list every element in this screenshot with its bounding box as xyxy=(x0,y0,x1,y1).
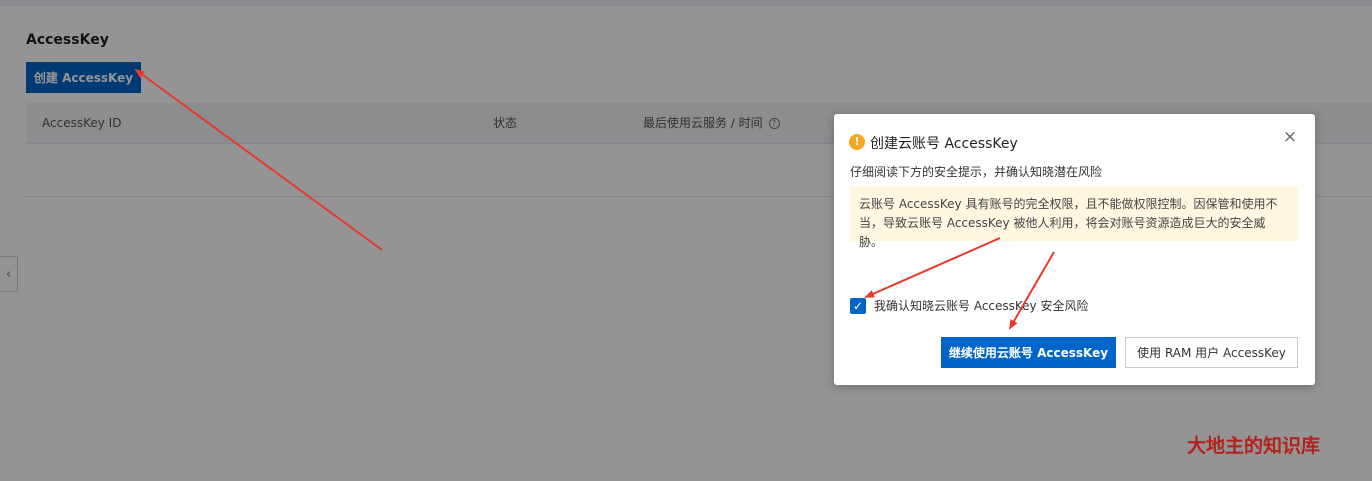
close-icon[interactable]: × xyxy=(1281,128,1299,146)
alert-text-line-2: 当，导致云账号 AccessKey 被他人利用，将会对账号资源造成巨大的安全威胁… xyxy=(859,216,1266,249)
warning-icon: ! xyxy=(849,134,865,150)
use-ram-accesskey-button[interactable]: 使用 RAM 用户 AccessKey xyxy=(1125,337,1298,368)
dialog-title: 创建云账号 AccessKey xyxy=(870,136,1018,152)
alert-text-line-1: 云账号 AccessKey 具有账号的完全权限，且不能做权限控制。因保管和使用不 xyxy=(859,197,1278,211)
risk-confirm-label[interactable]: 我确认知晓云账号 AccessKey 安全风险 xyxy=(874,297,1088,314)
watermark: 大地主的知识库 xyxy=(1187,435,1321,457)
continue-root-accesskey-button[interactable]: 继续使用云账号 AccessKey xyxy=(941,337,1116,368)
checkmark-icon: ✓ xyxy=(852,298,864,313)
risk-confirm-row: ✓ 我确认知晓云账号 AccessKey 安全风险 xyxy=(850,297,1088,314)
risk-confirm-checkbox[interactable]: ✓ xyxy=(850,297,866,314)
security-alert: 云账号 AccessKey 具有账号的完全权限，且不能做权限控制。因保管和使用不… xyxy=(850,186,1298,249)
dialog-subtitle: 仔细阅读下方的安全提示，并确认知晓潜在风险 xyxy=(850,165,1103,179)
create-accesskey-dialog: ! 创建云账号 AccessKey × 仔细阅读下方的安全提示，并确认知晓潜在风… xyxy=(834,114,1315,385)
